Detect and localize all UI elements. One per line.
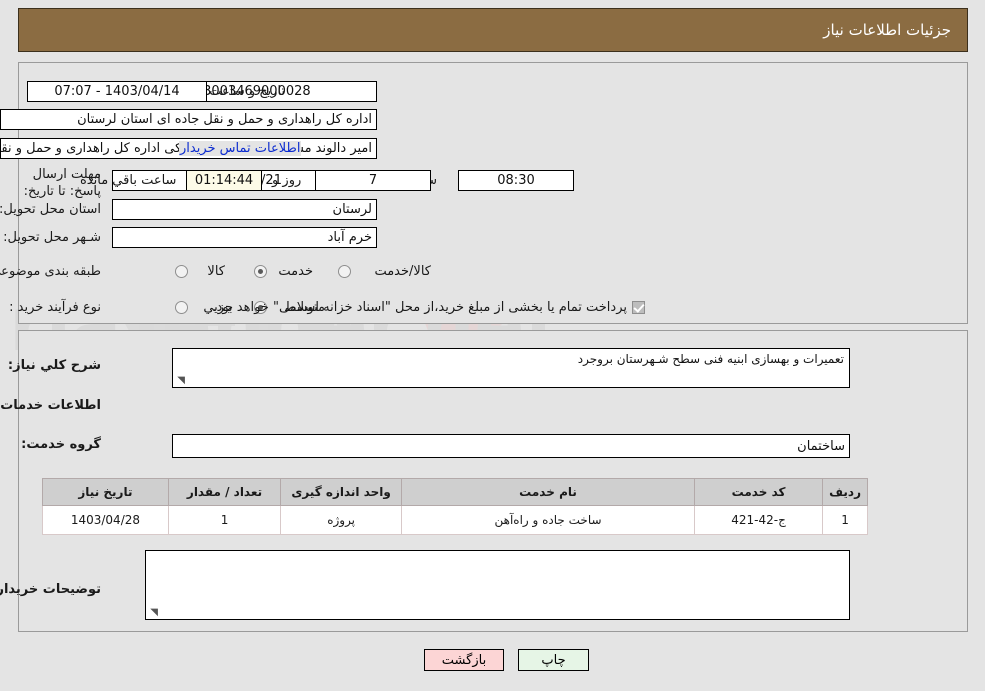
treasury-docs-text: پرداخت تمام یا بخشی از مبلغ خرید،از محل … (212, 300, 627, 315)
print-button[interactable]: چاپ (518, 649, 589, 671)
th-date: تاریخ نیاز (42, 478, 169, 506)
buyer-notes-textarea[interactable]: ◥ (145, 550, 850, 620)
td-date: 1403/04/28 (42, 505, 169, 535)
remaining-days-value[interactable]: 7 (315, 170, 431, 191)
general-desc-value: تعمیرات و بهسازی ابنیه فنی سطح شـهرستان … (577, 352, 844, 366)
process-radio-jozei[interactable] (175, 301, 188, 314)
td-code: ج-42-421 (694, 505, 824, 535)
general-desc-label: شرح کلي نیاز: (7, 358, 101, 373)
category-label-kala-khedmat: کالا/خدمت (374, 264, 431, 279)
back-button[interactable]: بازگشت (424, 649, 504, 671)
th-unit: واحد اندازه گیری (280, 478, 403, 506)
td-name: ساخت جاده و راه‌آهن (401, 505, 696, 535)
td-row: 1 (822, 505, 868, 535)
services-info-heading: اطلاعات خدمات مورد نیاز (0, 398, 101, 413)
category-radio-kala-khedmat[interactable] (338, 265, 351, 278)
page-root: riaTender.net A جزئیات اطلاعات نیاز شمار… (0, 0, 985, 691)
category-label-kala: کالا (207, 264, 225, 279)
process-type-label: نوع فرآیند خرید : (9, 300, 101, 315)
delivery-province-value[interactable]: لرستان (112, 199, 377, 220)
buyer-contact-link[interactable]: اطلاعات تماس خریدار (179, 141, 302, 156)
service-group-value[interactable]: ساختمان (172, 434, 850, 458)
remaining-days-label: روز و (272, 173, 302, 188)
category-radio-kala[interactable] (175, 265, 188, 278)
table-header-row: ردیف کد خدمت نام خدمت واحد اندازه گیری ت… (42, 478, 868, 506)
buyer-notes-label: توضیحات خریدار: (0, 582, 101, 597)
td-unit: پروژه (280, 505, 403, 535)
announce-datetime-value[interactable]: 1403/04/14 - 07:07 (27, 81, 207, 102)
resize-grip-icon-notes[interactable]: ◥ (148, 608, 158, 618)
category-label-khedmat: خدمت (278, 264, 313, 279)
delivery-city-label: شـهر محل تحویل: (3, 230, 101, 245)
category-label: طبقه بندی موضوعی: (0, 264, 101, 279)
th-code: کد خدمت (694, 478, 824, 506)
deadline-time-value[interactable]: 08:30 (458, 170, 574, 191)
resize-grip-icon[interactable]: ◥ (175, 376, 185, 386)
delivery-city-value[interactable]: خرم آباد (112, 227, 377, 248)
th-name: نام خدمت (401, 478, 696, 506)
countdown-label: ساعت باقي مانده (80, 173, 177, 188)
td-qty: 1 (167, 505, 282, 535)
buyer-org-value[interactable]: اداره کل راهداری و حمل و نقل جاده ای است… (0, 109, 377, 130)
treasury-docs-checkbox[interactable] (632, 301, 645, 314)
general-desc-textarea[interactable]: تعمیرات و بهسازی ابنیه فنی سطح شـهرستان … (172, 348, 850, 388)
delivery-province-label: استان محل تحویل: (0, 202, 101, 217)
table-row: 1 ج-42-421 ساخت جاده و راه‌آهن پروژه 1 1… (42, 505, 868, 535)
th-qty: تعداد / مقدار (167, 478, 282, 506)
window-titlebar: جزئیات اطلاعات نیاز (18, 8, 968, 52)
category-radio-khedmat[interactable] (254, 265, 267, 278)
th-row: ردیف (822, 478, 868, 506)
service-group-label: گروه خدمت: (21, 437, 101, 452)
countdown-value: 01:14:44 (186, 170, 262, 191)
services-table: ردیف کد خدمت نام خدمت واحد اندازه گیری ت… (42, 478, 868, 535)
page-title: جزئیات اطلاعات نیاز (823, 21, 951, 39)
